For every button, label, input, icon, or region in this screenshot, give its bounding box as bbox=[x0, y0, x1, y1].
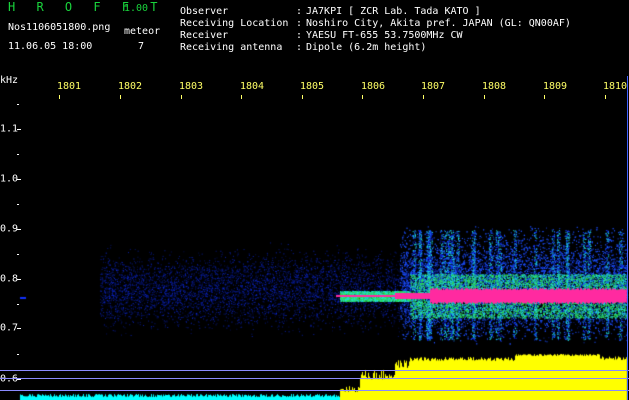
meteor-label: meteor bbox=[124, 26, 161, 37]
antenna-value: Dipole (6.2m height) bbox=[306, 42, 427, 53]
frequency-major-tick bbox=[17, 279, 21, 280]
frequency-major-tick bbox=[17, 328, 21, 329]
observer-value: JA7KPI [ ZCR Lab. Tada KATO ] bbox=[306, 6, 481, 17]
frequency-tick-label: 0.9 bbox=[0, 223, 19, 235]
plot-right-border bbox=[627, 76, 628, 400]
antenna-label: Receiving antenna bbox=[180, 42, 283, 53]
frequency-minor-tick bbox=[17, 254, 19, 255]
frequency-major-tick bbox=[17, 129, 21, 130]
time-tick-mark bbox=[423, 95, 424, 99]
receiver-value: YAESU FT-655 53.7500MHz CW bbox=[306, 30, 463, 41]
time-tick-mark bbox=[302, 95, 303, 99]
time-tick-label: 1803 bbox=[178, 81, 204, 92]
frequency-tick-label: 1.1 bbox=[0, 123, 19, 135]
time-tick-mark bbox=[605, 95, 606, 99]
time-tick-label: 1804 bbox=[239, 81, 265, 92]
frequency-tick-label: 0.8 bbox=[0, 273, 19, 285]
time-tick-label: 1805 bbox=[299, 81, 325, 92]
observer-colon: : bbox=[296, 6, 303, 17]
time-tick-label: 1809 bbox=[542, 81, 568, 92]
antenna-colon: : bbox=[296, 42, 303, 53]
location-colon: : bbox=[296, 18, 303, 29]
frequency-major-tick bbox=[17, 379, 21, 380]
time-tick-label: 1808 bbox=[481, 81, 507, 92]
reference-line bbox=[0, 378, 629, 379]
reference-line bbox=[0, 370, 629, 371]
time-tick-mark bbox=[181, 95, 182, 99]
file-name: Nos1106051800.png bbox=[8, 22, 111, 33]
meteor-count: 7 bbox=[138, 41, 145, 52]
time-tick-label: 1807 bbox=[420, 81, 446, 92]
time-tick-label: 1802 bbox=[117, 81, 143, 92]
observer-label: Observer bbox=[180, 6, 229, 17]
location-label: Receiving Location bbox=[180, 18, 289, 29]
spectrogram-plot bbox=[0, 0, 629, 400]
time-tick-mark bbox=[241, 95, 242, 99]
receiver-colon: : bbox=[296, 30, 303, 41]
time-tick-label: 1806 bbox=[360, 81, 386, 92]
receiver-label: Receiver bbox=[180, 30, 229, 41]
reference-line bbox=[0, 390, 629, 391]
time-tick-mark bbox=[120, 95, 121, 99]
frequency-tick-label: 0.6 bbox=[0, 373, 19, 385]
timestamp: 11.06.05 18:00 bbox=[8, 41, 93, 52]
time-tick-label: 1810 bbox=[602, 81, 628, 92]
frequency-major-tick bbox=[17, 179, 21, 180]
time-tick-label: 1801 bbox=[56, 81, 82, 92]
frequency-minor-tick bbox=[17, 104, 19, 105]
time-tick-mark bbox=[544, 95, 545, 99]
frequency-minor-tick bbox=[17, 354, 19, 355]
time-tick-mark bbox=[484, 95, 485, 99]
frequency-tick-label: 1.0 bbox=[0, 173, 19, 185]
frequency-minor-tick bbox=[17, 154, 19, 155]
frequency-minor-tick bbox=[17, 204, 19, 205]
app-version: 1.00 bbox=[124, 3, 149, 14]
frequency-unit-label: kHz bbox=[0, 75, 19, 86]
location-value: Noshiro City, Akita pref. JAPAN (GL: QN0… bbox=[306, 18, 571, 29]
time-tick-mark bbox=[362, 95, 363, 99]
frequency-major-tick bbox=[17, 229, 21, 230]
time-tick-mark bbox=[59, 95, 60, 99]
frequency-minor-tick bbox=[17, 304, 19, 305]
frequency-tick-label: 0.7 bbox=[0, 322, 19, 334]
